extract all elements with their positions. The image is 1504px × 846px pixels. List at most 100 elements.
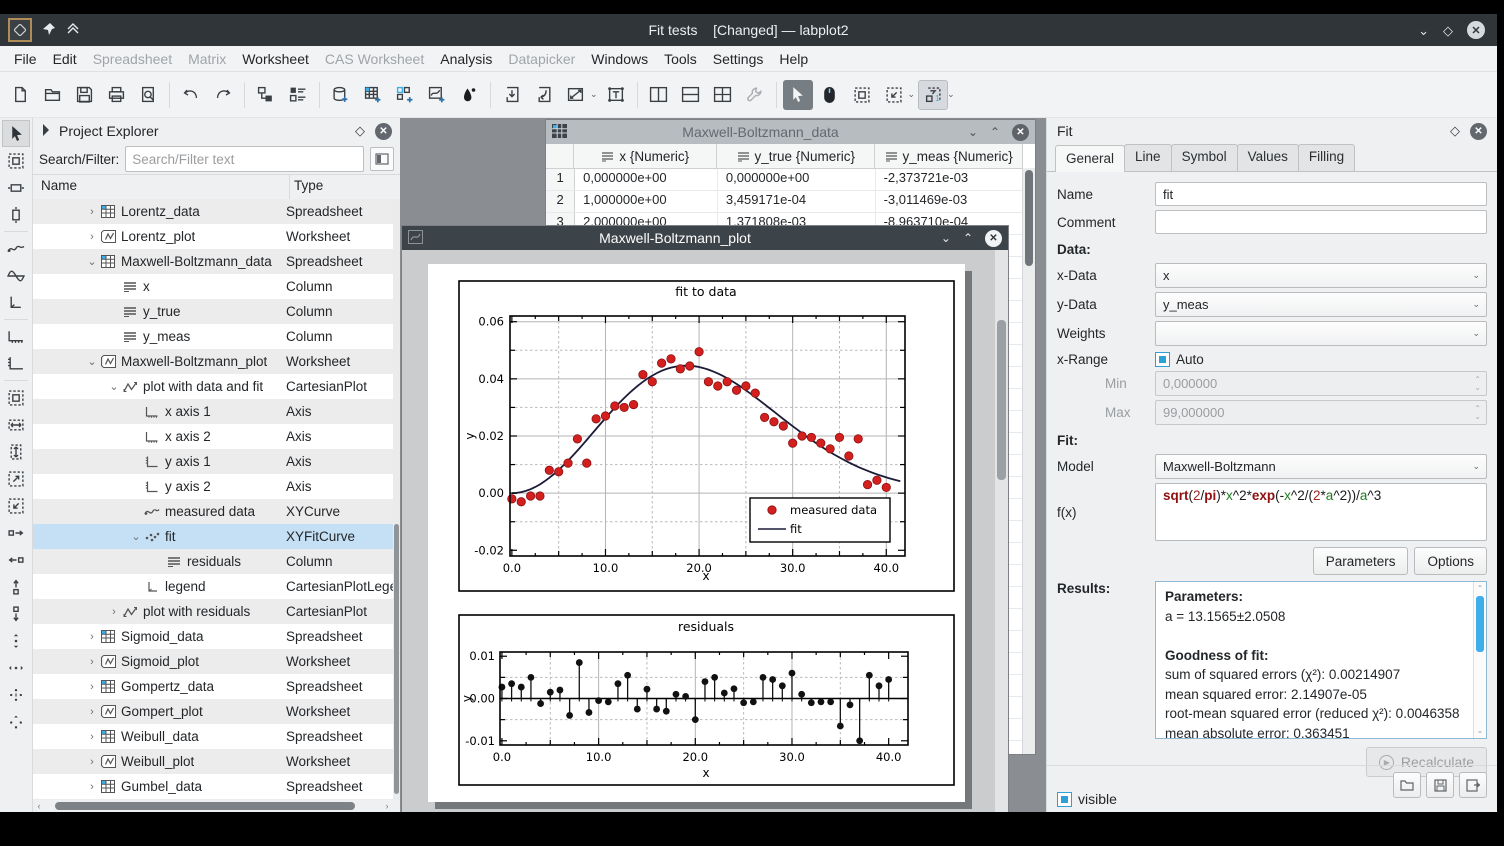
worksheet-vertical-scrollbar[interactable] — [995, 250, 1008, 812]
add-text-label-button[interactable] — [601, 80, 631, 110]
spreadsheet-close-icon[interactable]: ✕ — [1012, 124, 1029, 141]
tree-item-gompertz-data[interactable]: ›Gompertz_dataSpreadsheet — [33, 674, 393, 699]
dock-float-icon[interactable]: ◇ — [1450, 123, 1460, 139]
menu-tools[interactable]: Tools — [656, 48, 705, 70]
filter-options-icon[interactable] — [370, 147, 394, 171]
dock-close-icon[interactable]: ✕ — [1470, 123, 1487, 140]
tile2-button[interactable] — [2, 708, 30, 735]
min-spinbox[interactable]: 0,000000⌃⌄ — [1155, 371, 1487, 396]
chevron-right-icon[interactable]: › — [85, 656, 99, 668]
tree-item-residuals[interactable]: residualsColumn — [33, 549, 393, 574]
scroll-left-icon[interactable]: ‹ — [33, 801, 45, 811]
select-mode-button[interactable] — [783, 80, 813, 110]
spreadsheet-row[interactable]: 21,000000e+003,459171e-04-3,011469e-03 — [546, 191, 1023, 213]
tree-item-maxwell-boltzmann-data[interactable]: ⌄Maxwell-Boltzmann_dataSpreadsheet — [33, 249, 393, 274]
tree-item-x-axis-1[interactable]: x axis 1Axis — [33, 399, 393, 424]
weights-select[interactable]: ⌄ — [1155, 321, 1487, 346]
dock-float-icon[interactable]: ◇ — [355, 123, 365, 139]
xrange-auto-checkbox[interactable] — [1155, 352, 1170, 367]
worksheet-close-icon[interactable]: ✕ — [985, 230, 1002, 247]
tree-item-maxwell-boltzmann-plot[interactable]: ⌄Maxwell-Boltzmann_plotWorksheet — [33, 349, 393, 374]
chevron-down-icon[interactable]: ⌄ — [85, 255, 99, 268]
auto-scale-y-button[interactable] — [2, 438, 30, 465]
tab-filling[interactable]: Filling — [1298, 144, 1355, 171]
window-shade-icon[interactable]: ⌄ — [968, 126, 978, 138]
ydata-select[interactable]: y_meas⌄ — [1155, 292, 1487, 317]
zoom-in-button[interactable] — [2, 465, 30, 492]
tree-item-fit[interactable]: ⌄fitXYFitCurve — [33, 524, 393, 549]
split-grid-button[interactable] — [708, 80, 738, 110]
toggle-properties-explorer-button[interactable] — [283, 80, 313, 110]
window-shade-icon[interactable]: ⌄ — [941, 232, 951, 244]
chevron-down-icon[interactable]: ⌄ — [85, 355, 99, 368]
ws-zoom-select-button[interactable] — [2, 147, 30, 174]
column-header[interactable]: y_true {Numeric} — [717, 144, 875, 168]
menu-analysis[interactable]: Analysis — [432, 48, 500, 70]
redo-button[interactable] — [208, 80, 238, 110]
load-function-button[interactable] — [1393, 772, 1421, 798]
import-sql-button[interactable] — [529, 80, 559, 110]
add-xy-curve-button[interactable] — [2, 235, 30, 262]
tree-header[interactable]: Name Type — [33, 175, 400, 200]
window-unshade-icon[interactable]: ⌃ — [963, 232, 973, 244]
chevron-right-icon[interactable]: › — [107, 606, 121, 618]
tab-line[interactable]: Line — [1124, 144, 1172, 171]
add-y-axis-button[interactable] — [2, 350, 30, 377]
chevron-right-icon[interactable]: › — [85, 706, 99, 718]
configure-button[interactable] — [740, 80, 770, 110]
worksheet-window[interactable]: Maxwell-Boltzmann_plot ⌄ ⌃ ✕ fit to data… — [402, 226, 1008, 812]
ws-select-cursor-button[interactable] — [2, 120, 30, 147]
chevron-right-icon[interactable]: › — [85, 231, 99, 243]
save-function-button[interactable] — [1426, 772, 1454, 798]
tree-item-lorentz-data[interactable]: ›Lorentz_dataSpreadsheet — [33, 199, 393, 224]
tab-general[interactable]: General — [1055, 145, 1125, 172]
open-project-button[interactable] — [37, 80, 67, 110]
save-project-button[interactable] — [69, 80, 99, 110]
new-plot-button[interactable] — [561, 80, 591, 110]
cascade-h-button[interactable] — [2, 654, 30, 681]
menu-windows[interactable]: Windows — [583, 48, 656, 70]
zoom-one-button[interactable]: 1 — [918, 80, 948, 110]
shift-up-button[interactable] — [2, 573, 30, 600]
chevron-right-icon[interactable]: › — [85, 731, 99, 743]
new-plot-button-dropdown-icon[interactable]: ⌄ — [590, 89, 598, 100]
tree-item-plot-with-data-and-fit[interactable]: ⌄plot with data and fitCartesianPlot — [33, 374, 393, 399]
tree-header-name[interactable]: Name — [33, 175, 290, 199]
tree-item-y-true[interactable]: y_trueColumn — [33, 299, 393, 324]
options-button[interactable]: Options — [1414, 547, 1487, 575]
window-minimize-icon[interactable]: ⌄ — [1418, 24, 1429, 37]
tile-button[interactable] — [2, 681, 30, 708]
zoom-fit-button-dropdown-icon[interactable]: ⌄ — [908, 89, 916, 100]
menu-file[interactable]: File — [6, 48, 45, 70]
tree-item-y-axis-2[interactable]: y axis 2Axis — [33, 474, 393, 499]
cascade-v-button[interactable] — [2, 627, 30, 654]
new-spreadsheet-button[interactable] — [358, 80, 388, 110]
tab-values[interactable]: Values — [1237, 144, 1299, 171]
tree-item-legend[interactable]: legendCartesianPlotLegend — [33, 574, 393, 599]
tree-item-measured-data[interactable]: measured dataXYCurve — [33, 499, 393, 524]
tree-horizontal-scrollbar[interactable]: ‹ › — [33, 800, 393, 812]
window-unshade-icon[interactable]: ⌃ — [990, 126, 1000, 138]
spreadsheet-row[interactable]: 10,000000e+000,000000e+00-2,373721e-03 — [546, 169, 1023, 191]
spreadsheet-cell[interactable]: 0,000000e+00 — [575, 169, 718, 190]
parameters-button[interactable]: Parameters — [1313, 547, 1409, 575]
menu-settings[interactable]: Settings — [705, 48, 772, 70]
worksheet-page[interactable]: fit to data0.010.020.030.040.0-0.020.000… — [428, 264, 965, 802]
tree-item-y-axis-1[interactable]: y axis 1Axis — [33, 449, 393, 474]
dock-close-icon[interactable]: ✕ — [375, 123, 392, 140]
fx-formula-input[interactable]: sqrt(2/pi)*x^2*exp(-x^2/(2*a^2))/a^3 — [1155, 483, 1487, 541]
shift-left-button[interactable] — [2, 546, 30, 573]
results-scrollbar[interactable]: ⌃ ⌄ — [1473, 582, 1486, 738]
chevron-right-icon[interactable]: › — [85, 681, 99, 693]
name-input[interactable]: fit — [1155, 182, 1487, 206]
tree-item-y-meas[interactable]: y_measColumn — [33, 324, 393, 349]
spreadsheet-cell[interactable]: -3,011469e-03 — [876, 191, 1023, 212]
row-number-header[interactable] — [546, 144, 574, 168]
toggle-project-explorer-button[interactable] — [251, 80, 281, 110]
window-close-icon[interactable]: ✕ — [1467, 21, 1485, 39]
add-x-axis-button[interactable] — [2, 323, 30, 350]
zoom-one-button-dropdown-icon[interactable]: ⌄ — [947, 89, 955, 100]
tree-vertical-scrollbar[interactable] — [393, 199, 400, 800]
split-vertical-button[interactable] — [644, 80, 674, 110]
spreadsheet-cell[interactable]: 0,000000e+00 — [718, 169, 876, 190]
